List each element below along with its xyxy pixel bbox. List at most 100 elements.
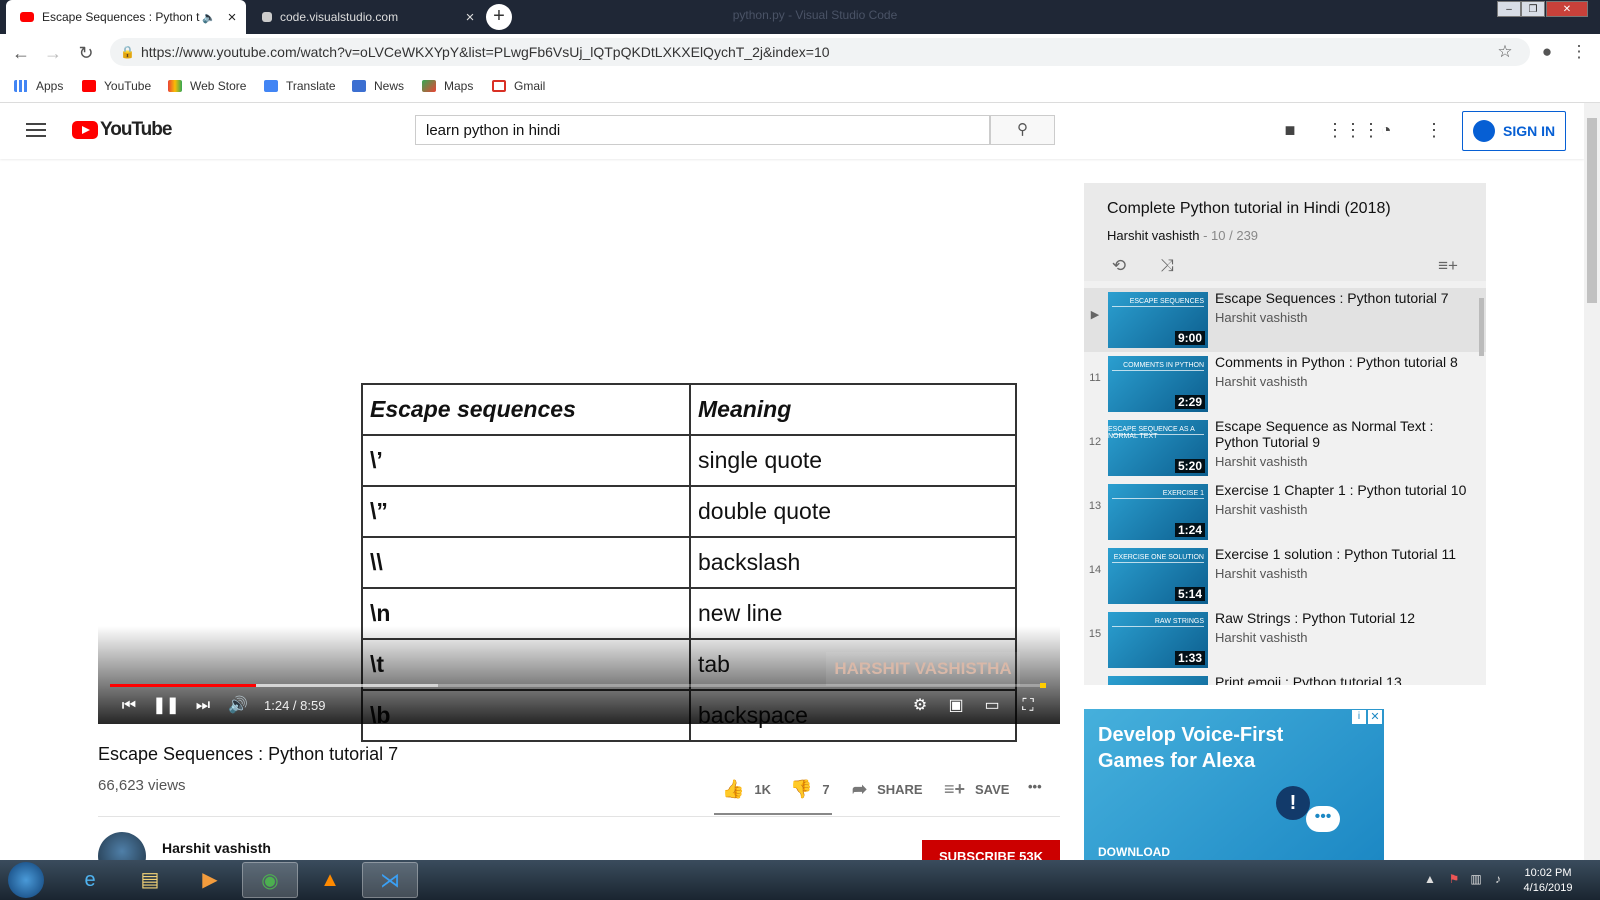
playlist-item[interactable]: 13 EXERCISE 1 1:24 Exercise 1 Chapter 1 : P… bbox=[1084, 480, 1486, 544]
playlist-item-title[interactable]: Raw Strings : Python Tutorial 12 bbox=[1215, 610, 1467, 626]
video-thumbnail[interactable]: ESCAPE SEQUENCE AS A NORMAL TEXT 5:20 bbox=[1108, 420, 1208, 476]
youtube-logo-icon[interactable] bbox=[72, 121, 98, 139]
clock[interactable]: 10:02 PM 4/16/2019 bbox=[1508, 866, 1588, 896]
page-scrollbar-thumb[interactable] bbox=[1587, 118, 1597, 303]
file-explorer-icon[interactable]: ▤ bbox=[122, 862, 178, 898]
pause-icon[interactable]: ❚❚ bbox=[152, 694, 180, 718]
playlist-item[interactable]: ▶ ESCAPE SEQUENCES 9:00 Escape Sequences : … bbox=[1084, 288, 1486, 352]
vlc-icon[interactable]: ▲ bbox=[302, 862, 358, 898]
tray-expand-icon[interactable]: ▲ bbox=[1422, 872, 1438, 888]
playlist-item-title[interactable]: Exercise 1 Chapter 1 : Python tutorial 1… bbox=[1215, 482, 1467, 498]
video-thumbnail[interactable]: EXERCISE 1 1:24 bbox=[1108, 484, 1208, 540]
action-center-icon[interactable]: ⚑ bbox=[1446, 872, 1462, 888]
playlist-scrollbar[interactable] bbox=[1479, 298, 1484, 356]
more-actions-button[interactable]: ••• bbox=[1028, 779, 1042, 794]
like-button[interactable]: 👍 1K bbox=[722, 779, 771, 800]
vscode-icon[interactable]: ⋊ bbox=[362, 862, 418, 898]
maximize-button[interactable]: ❐ bbox=[1521, 1, 1545, 17]
video-thumbnail[interactable]: ESCAPE SEQUENCES 9:00 bbox=[1108, 292, 1208, 348]
video-thumbnail[interactable]: COMMENTS IN PYTHON 2:29 bbox=[1108, 356, 1208, 412]
tab-youtube[interactable]: Escape Sequences : Python t 🔈 × bbox=[6, 0, 246, 34]
save-playlist-icon[interactable]: ≡+ bbox=[1436, 254, 1460, 278]
progress-played[interactable] bbox=[110, 684, 256, 687]
messages-icon[interactable]: ◔ bbox=[1374, 118, 1398, 142]
playlist-item-title[interactable]: Print emoji : Python tutorial 13 bbox=[1215, 674, 1467, 685]
start-button[interactable] bbox=[8, 862, 44, 898]
playlist-item[interactable]: 11 COMMENTS IN PYTHON 2:29 Comments in Pyth… bbox=[1084, 352, 1486, 416]
video-thumbnail[interactable] bbox=[1108, 676, 1208, 685]
tab-vscode[interactable]: code.visualstudio.com × bbox=[248, 0, 484, 34]
playlist-item-title[interactable]: Escape Sequence as Normal Text : Python … bbox=[1215, 418, 1467, 450]
hamburger-menu-icon[interactable] bbox=[26, 123, 46, 137]
ad-chat-bubble: ••• bbox=[1306, 806, 1340, 832]
menu-dots-icon[interactable]: ⋮ bbox=[1568, 41, 1590, 63]
bookmark-web-store[interactable]: Web Store bbox=[168, 76, 246, 96]
close-tab-icon[interactable]: × bbox=[222, 9, 242, 26]
network-icon[interactable]: ▥ bbox=[1468, 872, 1484, 888]
dislike-button[interactable]: 👎 7 bbox=[790, 779, 830, 800]
video-duration: 5:20 bbox=[1174, 459, 1205, 473]
minimize-button[interactable]: – bbox=[1497, 1, 1521, 17]
forward-icon[interactable]: → bbox=[42, 42, 64, 64]
video-thumbnail[interactable]: EXERCISE ONE SOLUTION 5:14 bbox=[1108, 548, 1208, 604]
bookmark-news[interactable]: News bbox=[352, 76, 404, 96]
ad-download-link[interactable]: DOWNLOAD bbox=[1098, 845, 1170, 859]
thumbnail-text: EXERCISE 1 bbox=[1162, 490, 1204, 497]
bookmark-star-icon[interactable]: ☆ bbox=[1494, 41, 1516, 63]
playlist-item[interactable]: 16Print emoji : Python tutorial 13Harshi… bbox=[1084, 672, 1486, 685]
youtube-icon bbox=[82, 80, 96, 92]
save-button[interactable]: ≡+ SAVE bbox=[944, 779, 1009, 800]
ad-headline[interactable]: Develop Voice-First Games for Alexa bbox=[1098, 722, 1298, 774]
close-tab-icon[interactable]: × bbox=[460, 9, 480, 26]
chrome-icon[interactable]: ◉ bbox=[242, 862, 298, 898]
volume-tray-icon[interactable]: ♪ bbox=[1490, 872, 1506, 888]
ad-close-icon[interactable]: ✕ bbox=[1368, 710, 1382, 724]
search-input[interactable] bbox=[415, 115, 990, 145]
media-player-icon[interactable]: ▶ bbox=[182, 862, 238, 898]
back-icon[interactable]: ← bbox=[10, 42, 32, 64]
playlist-item[interactable]: 15 RAW STRINGS 1:33 Raw Strings : Python Tu… bbox=[1084, 608, 1486, 672]
close-window-button[interactable]: ✕ bbox=[1546, 1, 1588, 17]
fullscreen-icon[interactable]: ⛶ bbox=[1014, 694, 1042, 718]
bookmark-youtube[interactable]: YouTube bbox=[82, 76, 151, 96]
internet-explorer-icon[interactable]: e bbox=[62, 862, 118, 898]
lock-icon[interactable]: 🔒 bbox=[120, 45, 135, 59]
playlist-add-icon: ≡+ bbox=[944, 779, 966, 799]
gmail-icon bbox=[492, 80, 506, 92]
youtube-logo[interactable]: YouTube bbox=[100, 119, 172, 141]
new-tab-button[interactable]: + bbox=[486, 4, 512, 30]
bookmark-gmail[interactable]: Gmail bbox=[492, 76, 545, 96]
loop-icon[interactable]: ⟲ bbox=[1107, 254, 1131, 278]
previous-icon[interactable]: ⏮ bbox=[115, 694, 143, 718]
search-icon: ⚲ bbox=[1017, 121, 1028, 138]
create-video-icon[interactable]: ■ bbox=[1278, 118, 1302, 142]
sign-in-button[interactable]: SIGN IN bbox=[1462, 111, 1566, 151]
profile-icon[interactable]: ● bbox=[1536, 41, 1558, 63]
bookmark-maps[interactable]: Maps bbox=[422, 76, 473, 96]
bookmark-translate[interactable]: Translate bbox=[264, 76, 336, 96]
url-text[interactable]: https://www.youtube.com/watch?v=oLVCeWKX… bbox=[141, 44, 830, 60]
table-header-row: Escape sequences Meaning bbox=[361, 383, 1017, 436]
channel-name[interactable]: Harshit vashisth bbox=[162, 840, 271, 856]
next-icon[interactable]: ⏭ bbox=[189, 694, 217, 718]
shuffle-icon[interactable]: ⤨ bbox=[1155, 254, 1179, 278]
search-button[interactable]: ⚲ bbox=[990, 115, 1055, 145]
playlist-item-title[interactable]: Escape Sequences : Python tutorial 7 bbox=[1215, 290, 1467, 306]
miniplayer-icon[interactable]: ▣ bbox=[942, 694, 970, 718]
playlist-title[interactable]: Complete Python tutorial in Hindi (2018) bbox=[1107, 200, 1391, 218]
ad-info-icon[interactable]: i bbox=[1352, 710, 1366, 724]
playlist-item[interactable]: 14 EXERCISE ONE SOLUTION 5:14 Exercise 1 so… bbox=[1084, 544, 1486, 608]
video-thumbnail[interactable]: RAW STRINGS 1:33 bbox=[1108, 612, 1208, 668]
reload-icon[interactable]: ↻ bbox=[75, 42, 97, 64]
playlist-owner-name[interactable]: Harshit vashisth bbox=[1107, 228, 1199, 243]
apps-icon[interactable]: ⋮⋮⋮ bbox=[1326, 118, 1380, 142]
playlist-item[interactable]: 12 ESCAPE SEQUENCE AS A NORMAL TEXT 5:20 Es… bbox=[1084, 416, 1486, 480]
bookmark-apps[interactable]: Apps bbox=[14, 76, 63, 96]
share-button[interactable]: ➦ SHARE bbox=[852, 779, 923, 800]
volume-icon[interactable]: 🔊 bbox=[224, 694, 252, 718]
playlist-item-title[interactable]: Exercise 1 solution : Python Tutorial 11 bbox=[1215, 546, 1467, 562]
theater-mode-icon[interactable]: ▭ bbox=[978, 694, 1006, 718]
playlist-item-title[interactable]: Comments in Python : Python tutorial 8 bbox=[1215, 354, 1467, 370]
settings-icon[interactable]: ⚙ bbox=[906, 694, 934, 718]
settings-dots-icon[interactable]: ⋮ bbox=[1422, 118, 1446, 142]
